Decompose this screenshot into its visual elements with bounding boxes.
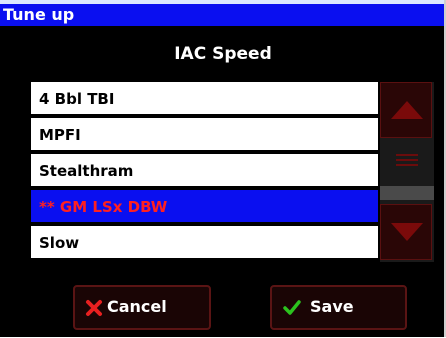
save-button[interactable]: Save <box>270 285 407 330</box>
grip-lines-icon <box>396 154 418 166</box>
scroll-down-button[interactable] <box>380 204 432 260</box>
scroll-thumb[interactable] <box>380 186 434 200</box>
cancel-label: Cancel <box>107 297 167 316</box>
list-item-selected[interactable]: ** GM LSx DBW <box>31 190 378 224</box>
triangle-down-icon <box>391 223 423 241</box>
dialog-window: Tune up IAC Speed 4 Bbl TBI MPFI Stealth… <box>0 0 446 337</box>
save-label: Save <box>310 297 354 316</box>
title-bar: Tune up <box>0 0 444 26</box>
x-icon <box>86 300 102 316</box>
list-item[interactable]: MPFI <box>31 118 378 152</box>
list-item[interactable]: Stealthram <box>31 154 378 188</box>
cancel-button[interactable]: Cancel <box>73 285 211 330</box>
check-icon <box>283 300 301 315</box>
triangle-up-icon <box>391 101 423 119</box>
option-list: 4 Bbl TBI MPFI Stealthram ** GM LSx DBW … <box>31 82 434 262</box>
scrollbar[interactable] <box>380 82 434 262</box>
list-item[interactable]: 4 Bbl TBI <box>31 82 378 116</box>
page-title: IAC Speed <box>174 44 272 64</box>
window-title: Tune up <box>3 5 75 24</box>
list-item[interactable]: Slow <box>31 226 378 260</box>
scroll-up-button[interactable] <box>380 82 432 138</box>
